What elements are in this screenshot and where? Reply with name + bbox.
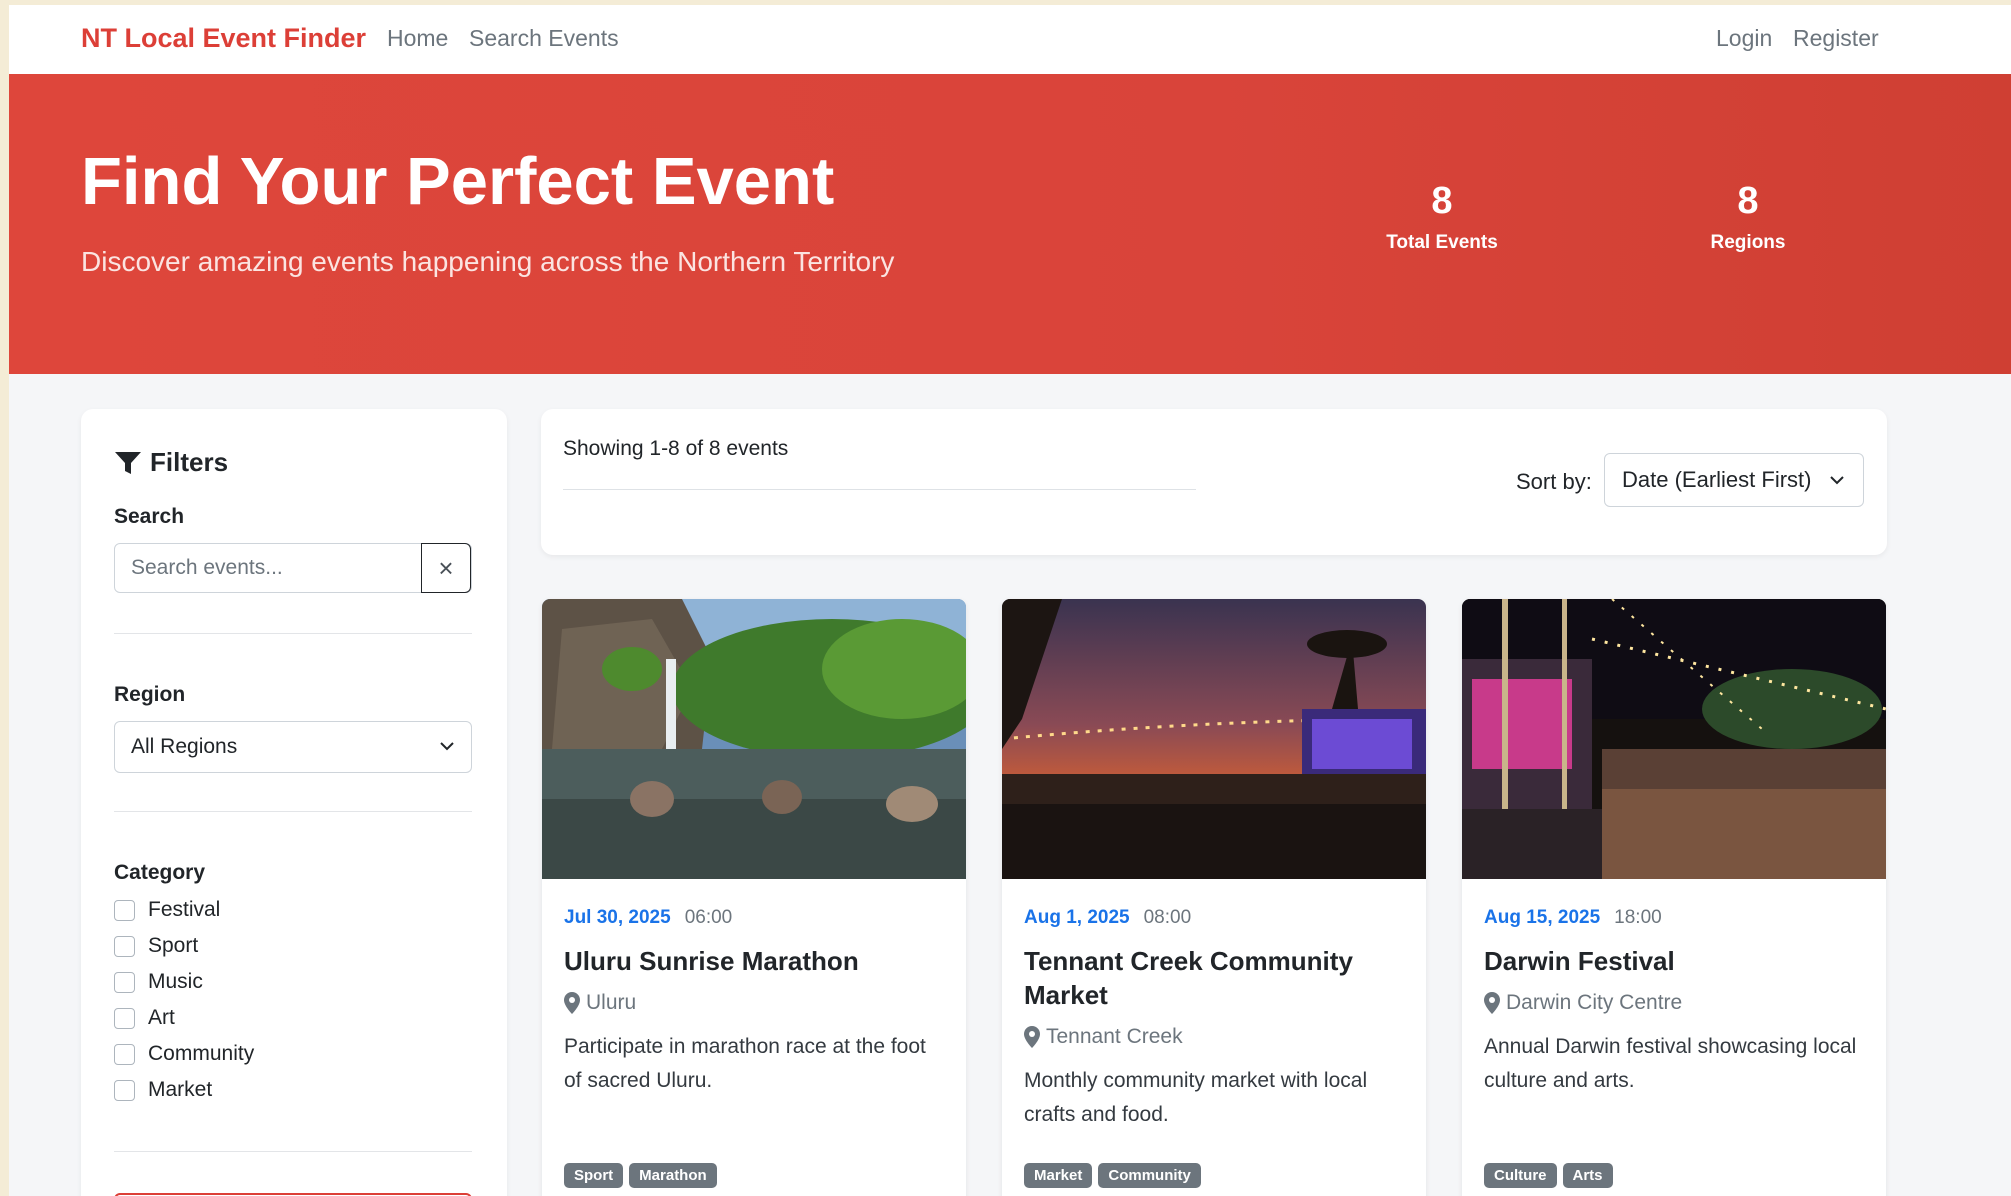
brand-logo[interactable]: NT Local Event Finder <box>81 5 366 71</box>
event-datetime: Jul 30, 2025 06:00 <box>564 907 732 929</box>
top-navbar: NT Local Event Finder Home Search Events… <box>9 5 2011 74</box>
stat-regions: 8 Regions <box>1618 178 1878 254</box>
stat-value: 8 <box>1431 180 1453 222</box>
checkbox-label: Sport <box>148 934 199 957</box>
login-link[interactable]: Login <box>1716 5 1772 71</box>
event-time: 08:00 <box>1143 907 1192 928</box>
checkbox-label: Community <box>148 1042 255 1065</box>
checkbox[interactable] <box>114 1007 135 1029</box>
region-label: Region <box>114 683 186 706</box>
event-image-market-night <box>1002 599 1426 879</box>
category-checkbox-festival[interactable]: Festival <box>114 895 220 925</box>
event-location-text: Uluru <box>586 991 637 1014</box>
filter-icon <box>115 451 141 474</box>
region-selected-value: All Regions <box>131 735 238 758</box>
category-checkbox-art[interactable]: Art <box>114 1003 175 1033</box>
checkbox[interactable] <box>114 899 135 921</box>
divider <box>114 1151 472 1152</box>
results-header: Showing 1-8 of 8 events Sort by: Date (E… <box>541 409 1887 555</box>
search-group: × <box>114 543 472 593</box>
hero-banner: Find Your Perfect Event Discover amazing… <box>9 74 2011 374</box>
hero-subtitle: Discover amazing events happening across… <box>81 246 895 277</box>
event-image-festival-crowd <box>1462 599 1886 879</box>
nav-home-link[interactable]: Home <box>387 5 448 71</box>
checkbox[interactable] <box>114 1043 135 1065</box>
checkbox-label: Music <box>148 970 203 993</box>
checkbox-label: Art <box>148 1006 175 1029</box>
checkbox[interactable] <box>114 1079 135 1101</box>
register-link[interactable]: Register <box>1793 5 1879 71</box>
category-checkbox-market[interactable]: Market <box>114 1075 212 1105</box>
search-label: Search <box>114 505 185 528</box>
divider <box>114 811 472 812</box>
event-title[interactable]: Darwin Festival <box>1484 944 1864 978</box>
filters-title: Filters <box>150 447 229 477</box>
sort-selected-value: Date (Earliest First) <box>1622 467 1812 492</box>
filters-heading: Filters <box>114 447 228 478</box>
stat-label: Regions <box>1710 232 1786 253</box>
event-card[interactable]: Jul 30, 2025 06:00 Uluru Sunrise Marathon… <box>542 599 966 1196</box>
event-location: Darwin City Centre <box>1484 991 1682 1015</box>
nav-search-events-link[interactable]: Search Events <box>469 5 619 71</box>
event-tags: Culture Arts <box>1484 1163 1613 1188</box>
divider <box>114 633 472 634</box>
divider <box>563 489 1196 490</box>
event-title[interactable]: Tennant Creek Community Market <box>1024 944 1404 1012</box>
event-date: Jul 30, 2025 <box>564 907 671 928</box>
tag-badge: Sport <box>564 1163 624 1188</box>
category-label: Category <box>114 861 206 884</box>
event-description: Participate in marathon race at the foot… <box>564 1035 926 1092</box>
event-location: Uluru <box>564 991 636 1015</box>
clear-search-button[interactable]: × <box>421 543 471 593</box>
app-window: NT Local Event Finder Home Search Events… <box>9 5 2011 1196</box>
results-count: Showing 1-8 of 8 events <box>563 437 789 460</box>
event-datetime: Aug 15, 2025 18:00 <box>1484 907 1662 929</box>
stat-total-events: 8 Total Events <box>1312 178 1572 254</box>
tag-badge: Culture <box>1484 1163 1557 1188</box>
event-time: 18:00 <box>1614 907 1662 928</box>
region-select[interactable]: All Regions <box>114 721 472 773</box>
category-checkbox-community[interactable]: Community <box>114 1039 254 1069</box>
stat-value: 8 <box>1737 180 1759 222</box>
search-input[interactable] <box>115 544 422 592</box>
event-tags: Sport Marathon <box>564 1163 717 1188</box>
map-pin-icon <box>1024 1026 1040 1048</box>
tag-badge: Community <box>1098 1163 1201 1188</box>
chevron-down-icon <box>1830 476 1844 485</box>
filters-panel: Filters Search × Region All Regions Cate… <box>81 409 507 1196</box>
event-date: Aug 1, 2025 <box>1024 907 1130 928</box>
checkbox[interactable] <box>114 971 135 993</box>
checkbox[interactable] <box>114 935 135 957</box>
event-description: Annual Darwin festival showcasing local … <box>1484 1035 1857 1092</box>
event-time: 06:00 <box>684 907 733 928</box>
event-tags: Market Community <box>1024 1163 1201 1188</box>
checkbox-label: Market <box>148 1078 213 1101</box>
category-checkbox-music[interactable]: Music <box>114 967 203 997</box>
event-date: Aug 15, 2025 <box>1484 907 1601 928</box>
map-pin-icon <box>1484 992 1500 1014</box>
category-checkbox-sport[interactable]: Sport <box>114 931 198 961</box>
tag-badge: Market <box>1024 1163 1093 1188</box>
event-card[interactable]: Aug 1, 2025 08:00 Tennant Creek Community… <box>1002 599 1426 1196</box>
event-image-waterfall <box>542 599 966 879</box>
event-description: Monthly community market with local craf… <box>1024 1069 1368 1126</box>
tag-badge: Arts <box>1562 1163 1613 1188</box>
event-location-text: Tennant Creek <box>1046 1025 1183 1048</box>
sort-select[interactable]: Date (Earliest First) <box>1604 453 1864 507</box>
event-datetime: Aug 1, 2025 08:00 <box>1024 907 1191 929</box>
event-title[interactable]: Uluru Sunrise Marathon <box>564 944 944 978</box>
checkbox-label: Festival <box>148 898 221 921</box>
event-location-text: Darwin City Centre <box>1506 991 1683 1014</box>
stat-label: Total Events <box>1386 232 1498 253</box>
hero-title: Find Your Perfect Event <box>81 144 835 219</box>
sort-label: Sort by: <box>1516 469 1592 494</box>
tag-badge: Marathon <box>629 1163 717 1188</box>
event-card[interactable]: Aug 15, 2025 18:00 Darwin Festival Darwin… <box>1462 599 1886 1196</box>
event-location: Tennant Creek <box>1024 1025 1183 1049</box>
map-pin-icon <box>564 992 580 1014</box>
chevron-down-icon <box>440 742 454 751</box>
